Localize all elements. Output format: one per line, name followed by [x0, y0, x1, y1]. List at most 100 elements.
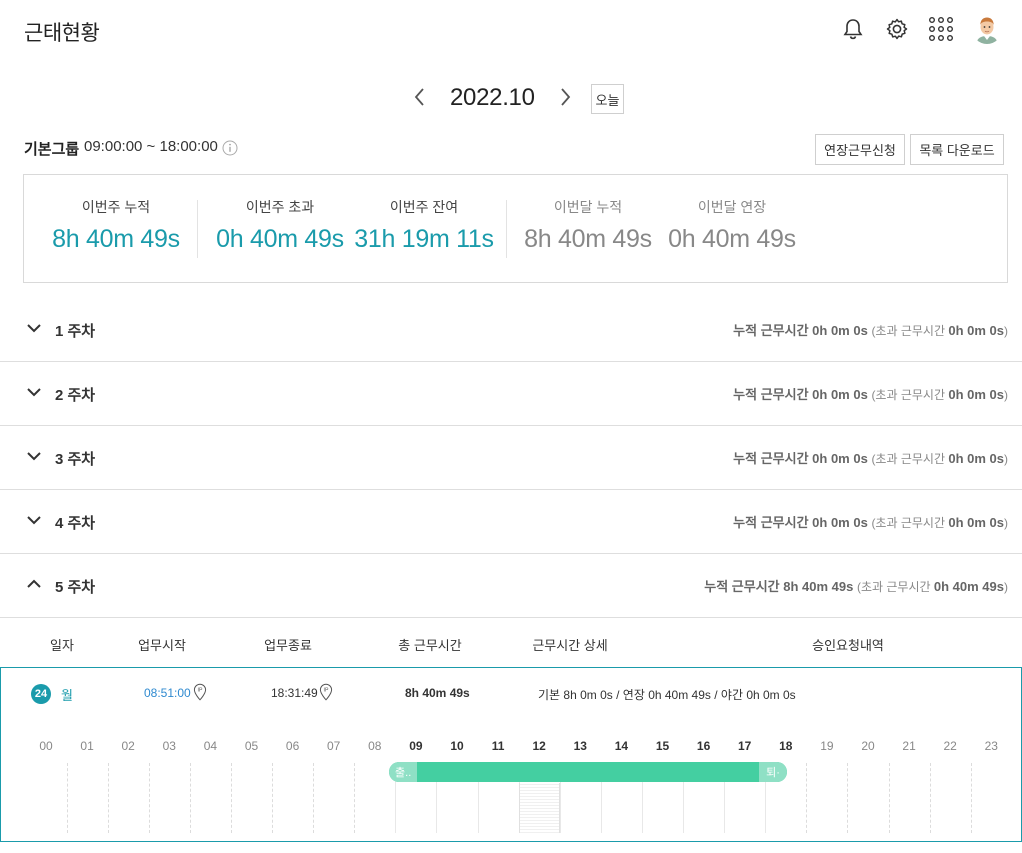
stat-month-accumulated: 이번달 누적 8h 40m 49s: [520, 197, 656, 254]
column-header-end: 업무종료: [264, 638, 312, 653]
total-value: 0h 0m 0s: [812, 515, 868, 530]
chevron-up-icon: [27, 579, 41, 588]
hour-gridline: [806, 763, 808, 833]
week-row-5[interactable]: 5 주차 누적 근무시간 8h 40m 49s (초과 근무시간 0h 40m …: [0, 554, 1022, 618]
page-title: 근태현황: [24, 22, 100, 45]
week-row-1[interactable]: 1 주차 누적 근무시간 0h 0m 0s (초과 근무시간 0h 0m 0s): [0, 298, 1022, 362]
hour-label: 10: [450, 739, 464, 753]
hour-gridline: [107, 763, 109, 833]
stat-week-remaining: 이번주 잔여 31h 19m 11s: [354, 197, 494, 254]
stat-value: 8h 40m 49s: [524, 225, 652, 253]
hour-label: 00: [39, 739, 53, 753]
week-summary: 누적 근무시간 0h 0m 0s (초과 근무시간 0h 0m 0s): [733, 448, 1008, 467]
over-value: 0h 0m 0s: [948, 515, 1004, 530]
chevron-down-icon: [27, 324, 41, 333]
avatar[interactable]: [972, 14, 1002, 44]
chevron-down-icon: [27, 388, 41, 397]
hour-label: 14: [614, 739, 629, 753]
group-hours: 09:00:00 ~ 18:00:00: [84, 138, 218, 155]
work-duration-bar[interactable]: 출.. 퇴·: [389, 762, 788, 782]
paren: ): [1004, 516, 1008, 530]
info-icon[interactable]: [222, 140, 238, 156]
hour-label: 19: [820, 739, 834, 753]
clock-in-marker[interactable]: 출..: [389, 762, 418, 782]
hour-label: 12: [532, 739, 546, 753]
hour-label: 01: [80, 739, 94, 753]
over-value: 0h 0m 0s: [948, 323, 1004, 338]
over-value: 0h 0m 0s: [948, 451, 1004, 466]
svg-text:IP: IP: [324, 688, 329, 694]
hour-label: 21: [902, 739, 916, 753]
work-group-row: 기본그룹 09:00:00 ~ 18:00:00 연장근무신청 목록 다운로드: [24, 134, 1004, 166]
next-month-button[interactable]: [555, 86, 575, 108]
week-label: 3 주차: [55, 451, 96, 468]
svg-text:IP: IP: [198, 688, 203, 694]
table-row: 24 월 08:51:00 IP 18:31:49 IP 8h 40m 49s …: [0, 668, 1022, 718]
week-row-3[interactable]: 3 주차 누적 근무시간 0h 0m 0s (초과 근무시간 0h 0m 0s): [0, 426, 1022, 490]
overtime-request-button[interactable]: 연장근무신청: [815, 134, 905, 165]
hour-label: 11: [491, 739, 505, 753]
ip-location-icon[interactable]: IP: [318, 683, 334, 701]
hour-label: 17: [738, 739, 752, 753]
work-start-time[interactable]: 08:51:00: [144, 686, 191, 700]
hour-gridline: [230, 763, 232, 833]
total-work-time: 8h 40m 49s: [405, 686, 470, 700]
week-row-4[interactable]: 4 주차 누적 근무시간 0h 0m 0s (초과 근무시간 0h 0m 0s): [0, 490, 1022, 554]
hour-gridline: [189, 763, 191, 833]
hour-gridline: [970, 763, 972, 833]
paren: ): [1004, 452, 1008, 466]
total-label: 누적 근무시간: [704, 579, 784, 594]
list-download-button[interactable]: 목록 다운로드: [910, 134, 1004, 165]
total-value: 0h 0m 0s: [812, 323, 868, 338]
over-label: (초과 근무시간: [871, 324, 949, 338]
week-row-2[interactable]: 2 주차 누적 근무시간 0h 0m 0s (초과 근무시간 0h 0m 0s): [0, 362, 1022, 426]
hour-label: 15: [655, 739, 670, 753]
week-label: 5 주차: [55, 579, 96, 596]
column-header-total: 총 근무시간: [398, 638, 462, 653]
over-value: 0h 0m 0s: [948, 387, 1004, 402]
stat-month-extended: 이번달 연장 0h 40m 49s: [664, 197, 800, 254]
hour-gridline: [313, 763, 315, 833]
prev-month-button[interactable]: [410, 86, 430, 108]
hour-label: 22: [943, 739, 957, 753]
group-name: 기본그룹: [24, 141, 80, 158]
hour-gridline: [354, 763, 356, 833]
week-summary: 누적 근무시간 0h 0m 0s (초과 근무시간 0h 0m 0s): [733, 512, 1008, 531]
paren: ): [1004, 324, 1008, 338]
total-value: 0h 0m 0s: [812, 387, 868, 402]
hour-label: 02: [121, 739, 135, 753]
gear-icon[interactable]: [884, 15, 910, 43]
total-value: 0h 0m 0s: [812, 451, 868, 466]
week-summary: 누적 근무시간 0h 0m 0s (초과 근무시간 0h 0m 0s): [733, 384, 1008, 403]
hour-gridline: [888, 763, 890, 833]
week-label: 4 주차: [55, 515, 96, 532]
hour-label: 04: [203, 739, 218, 753]
week-summary: 누적 근무시간 8h 40m 49s (초과 근무시간 0h 40m 49s): [704, 576, 1008, 595]
chevron-left-icon: [414, 88, 424, 106]
bell-icon[interactable]: [840, 15, 866, 43]
week-label: 1 주차: [55, 323, 96, 340]
hour-label: 18: [779, 739, 793, 753]
apps-grid-icon[interactable]: [928, 15, 954, 43]
weekday-label: 월: [61, 688, 73, 703]
total-label: 누적 근무시간: [733, 515, 813, 530]
total-label: 누적 근무시간: [733, 387, 813, 402]
daily-timeline: 00 01 02 03 04 05 06 07 08 09 10 11 12 13 14 15 16 17 18 19…: [0, 730, 1022, 842]
over-label: (초과 근무시간: [871, 452, 949, 466]
clock-out-marker[interactable]: 퇴·: [759, 762, 788, 782]
header-actions: [840, 14, 1002, 44]
chevron-down-icon: [27, 452, 41, 461]
column-header-approval: 승인요청내역: [812, 638, 884, 653]
stat-label: 이번달 누적: [553, 199, 623, 215]
total-label: 누적 근무시간: [733, 451, 813, 466]
hour-label: 16: [696, 739, 711, 753]
ip-location-icon[interactable]: IP: [192, 683, 208, 701]
hour-label: 05: [244, 739, 259, 753]
today-button[interactable]: 오늘: [591, 84, 624, 114]
column-header-detail: 근무시간 상세: [532, 638, 608, 653]
current-month: 2022.10: [450, 84, 535, 111]
hour-label: 13: [573, 739, 587, 753]
total-label: 누적 근무시간: [733, 323, 813, 338]
stat-value: 8h 40m 49s: [52, 225, 180, 253]
hour-gridline: [66, 763, 68, 833]
